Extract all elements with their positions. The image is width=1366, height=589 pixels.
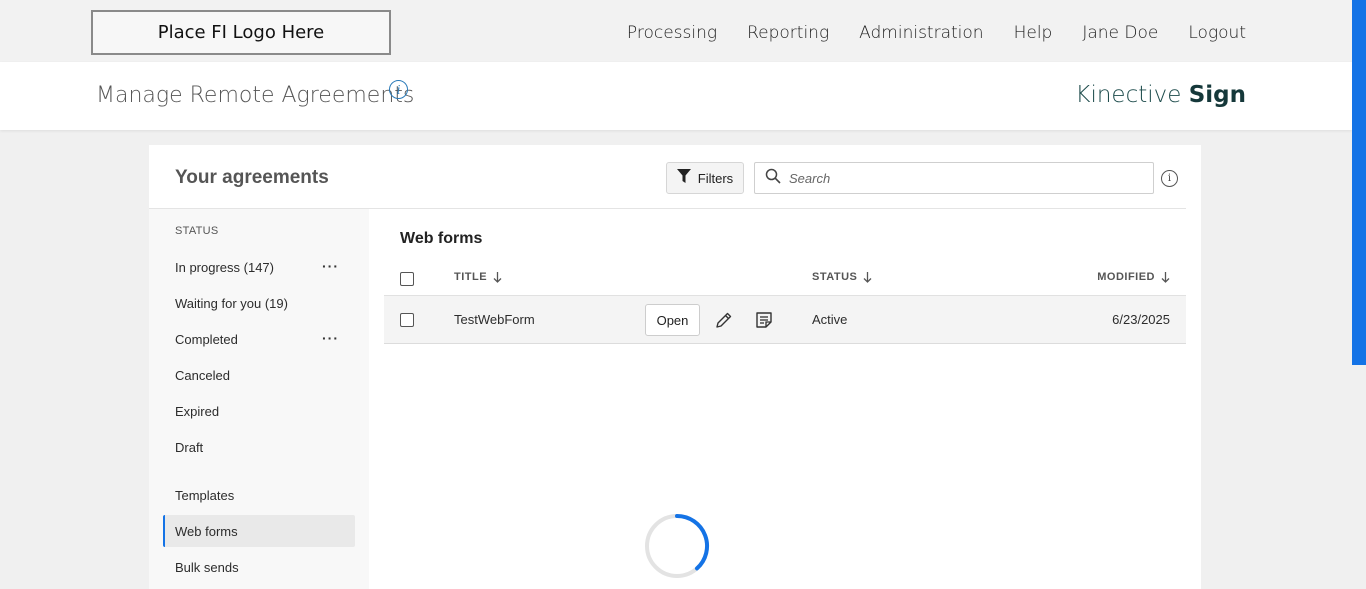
sidebar-item-label: Waiting for you (19)	[175, 295, 288, 311]
card-title: Your agreements	[175, 167, 329, 188]
card-header: Your agreements Filters i	[149, 145, 1186, 209]
column-label: MODIFIED	[1097, 271, 1155, 283]
sort-arrow-down-icon	[493, 271, 502, 283]
filters-label: Filters	[697, 170, 734, 186]
nav-help[interactable]: Help	[1014, 23, 1053, 43]
sort-arrow-down-icon	[863, 271, 872, 283]
page-title: Manage Remote Agreements	[96, 83, 415, 108]
filters-button[interactable]: Filters	[666, 162, 744, 194]
nav-user-name[interactable]: Jane Doe	[1082, 23, 1158, 43]
sidebar-item-expired[interactable]: Expired	[163, 395, 355, 427]
main-nav: Processing Reporting Administration Help…	[627, 0, 1246, 66]
search-input[interactable]	[789, 170, 1129, 186]
scrollbar-thumb[interactable]	[1352, 0, 1366, 365]
table-header: TITLE STATUS MODIFIED	[384, 260, 1186, 296]
sidebar-item-label: Expired	[175, 403, 220, 419]
sidebar-item-label: Web forms	[175, 523, 238, 539]
sidebar-item-label: In progress (147)	[175, 259, 274, 275]
more-options-icon[interactable]: ···	[322, 330, 339, 346]
sort-arrow-down-icon	[1161, 271, 1170, 283]
brand-light-text: Kinective	[1075, 82, 1189, 108]
row-modified-date: 6/23/2025	[1112, 312, 1170, 327]
sidebar-item-label: Templates	[175, 487, 235, 503]
sidebar-item-templates[interactable]: Templates	[163, 479, 355, 511]
sidebar-item-label: Bulk sends	[175, 559, 239, 575]
nav-administration[interactable]: Administration	[859, 23, 983, 43]
sidebar-item-canceled[interactable]: Canceled	[163, 359, 355, 391]
section-title: Web forms	[400, 230, 483, 247]
sidebar-item-draft[interactable]: Draft	[163, 431, 355, 463]
search-box[interactable]	[754, 162, 1154, 194]
more-options-icon[interactable]: ···	[322, 258, 339, 274]
notes-icon[interactable]	[754, 310, 774, 330]
column-label: STATUS	[812, 271, 858, 283]
nav-logout[interactable]: Logout	[1188, 23, 1246, 43]
status-sidebar: STATUS In progress (147) ··· Waiting for…	[149, 209, 369, 589]
page-header: Manage Remote Agreements i Kinective Sig…	[0, 62, 1352, 130]
sidebar-item-label: Draft	[175, 439, 204, 455]
sidebar-item-in-progress[interactable]: In progress (147) ···	[163, 251, 355, 283]
brand-logo: Kinective Sign	[1075, 82, 1246, 108]
status-section-label: STATUS	[175, 225, 219, 237]
column-header-status[interactable]: STATUS	[812, 271, 872, 283]
column-label: TITLE	[454, 271, 488, 283]
sidebar-item-label: Completed	[175, 331, 238, 347]
fi-logo-placeholder: Place FI Logo Here	[91, 10, 391, 55]
web-forms-table: TITLE STATUS MODIFIED TestWebForm Open A…	[384, 260, 1186, 344]
sidebar-item-completed[interactable]: Completed ···	[163, 323, 355, 355]
sidebar-item-bulk-sends[interactable]: Bulk sends	[163, 551, 355, 583]
info-icon[interactable]: i	[1161, 170, 1178, 187]
nav-reporting[interactable]: Reporting	[747, 23, 829, 43]
nav-processing[interactable]: Processing	[627, 23, 717, 43]
loading-spinner	[644, 513, 710, 584]
search-icon	[765, 168, 781, 189]
row-checkbox[interactable]	[400, 313, 414, 327]
column-header-modified[interactable]: MODIFIED	[1097, 271, 1170, 283]
sidebar-item-waiting-for-you[interactable]: Waiting for you (19)	[163, 287, 355, 319]
brand-bold-text: Sign	[1188, 82, 1246, 108]
filter-icon	[676, 169, 691, 187]
select-all-checkbox[interactable]	[400, 272, 414, 286]
web-forms-panel: Web forms TITLE STATUS MODIFIED TestWebF…	[369, 209, 1201, 589]
row-status: Active	[812, 312, 848, 327]
top-navigation-bar: Place FI Logo Here Processing Reporting …	[0, 0, 1352, 62]
page-scrollbar[interactable]	[1352, 0, 1366, 589]
pencil-icon[interactable]	[714, 310, 734, 330]
info-icon[interactable]: i	[389, 80, 408, 99]
open-button[interactable]: Open	[645, 304, 700, 336]
table-row[interactable]: TestWebForm Open Active 6/23/2025	[384, 296, 1186, 344]
sidebar-item-web-forms[interactable]: Web forms	[163, 515, 355, 547]
column-header-title[interactable]: TITLE	[454, 271, 502, 283]
row-title[interactable]: TestWebForm	[454, 312, 535, 327]
sidebar-item-label: Canceled	[175, 367, 230, 383]
agreements-card: Your agreements Filters i STATUS In prog…	[149, 145, 1201, 589]
